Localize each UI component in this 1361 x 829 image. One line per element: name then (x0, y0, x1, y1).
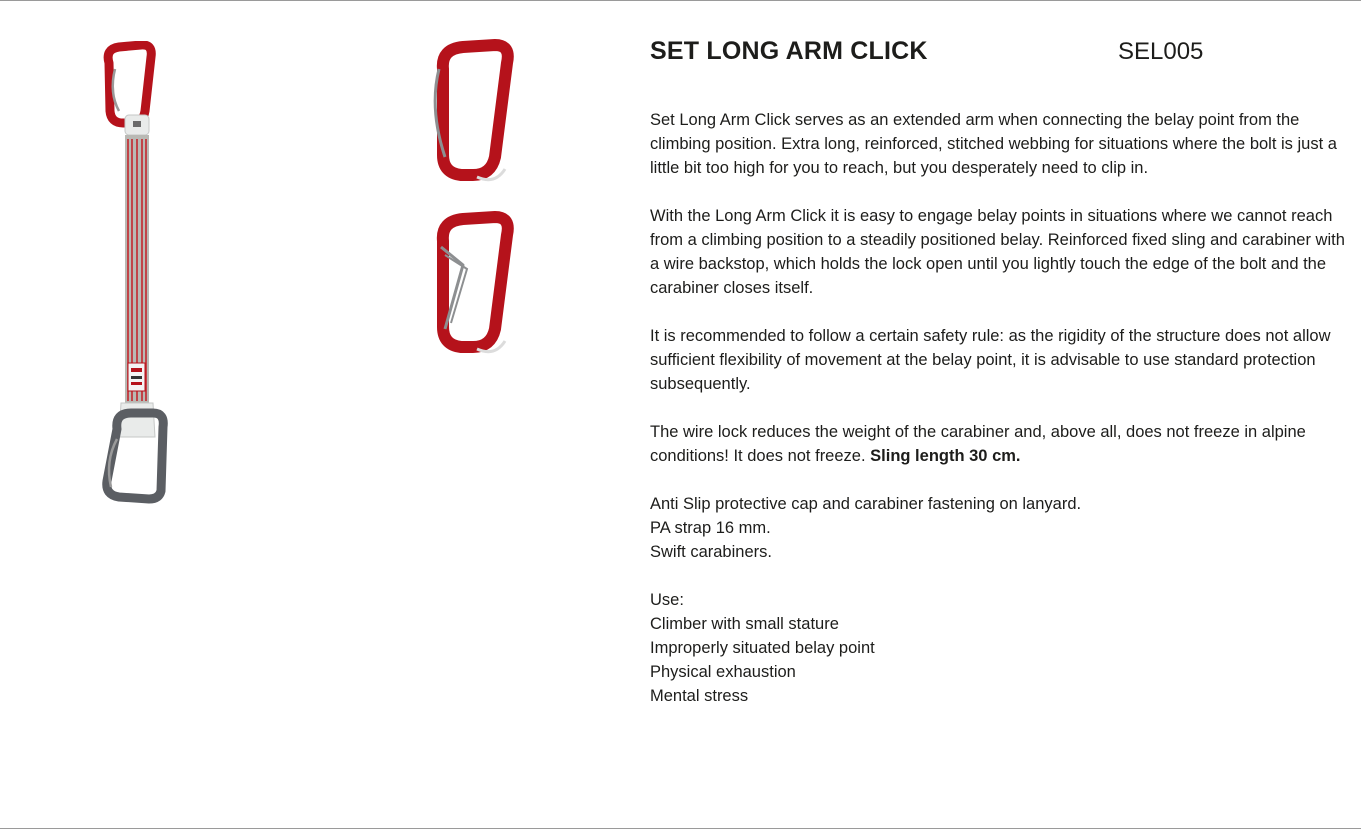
product-title: SET LONG ARM CLICK (650, 37, 928, 65)
feature-item: Anti Slip protective cap and carabiner f… (650, 495, 1082, 513)
red-carabiner-closed-icon (433, 39, 514, 182)
use-item: Physical exhaustion (650, 663, 796, 681)
description-paragraph-1: Set Long Arm Click serves as an extended… (650, 111, 1337, 177)
product-description: Set Long Arm Click serves as an extended… (650, 108, 1350, 732)
description-paragraph-4: The wire lock reduces the weight of the … (650, 420, 1350, 468)
feature-item: Swift carabiners. (650, 543, 772, 561)
features-list: Anti Slip protective cap and carabiner f… (650, 492, 1350, 564)
description-paragraph-3: It is recommended to follow a certain sa… (650, 327, 1331, 393)
red-carabiner-open-gate-icon (436, 211, 514, 354)
product-header: SET LONG ARM CLICK SEL005 (650, 37, 1330, 71)
sling-length-highlight: Sling length 30 cm. (870, 447, 1021, 465)
product-code: SEL005 (1118, 38, 1204, 65)
use-item: Mental stress (650, 687, 749, 705)
use-item: Improperly situated belay point (650, 639, 875, 657)
quickdraw-long-arm-icon (102, 41, 168, 504)
use-list: Use: Climber with small stature Improper… (650, 588, 1350, 708)
description-paragraph-2: With the Long Arm Click it is easy to en… (650, 207, 1345, 297)
product-page: SET LONG ARM CLICK SEL005 Set Long Arm C… (0, 0, 1361, 829)
use-item: Climber with small stature (650, 615, 839, 633)
feature-item: PA strap 16 mm. (650, 519, 771, 537)
use-heading: Use: (650, 591, 684, 609)
